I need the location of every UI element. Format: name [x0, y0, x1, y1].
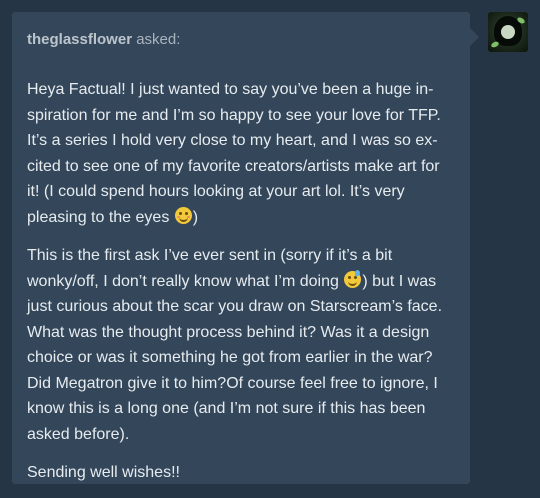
dashboard-page: theglassflower asked: Heya Factual! I ju… — [0, 0, 540, 498]
user-avatar-icon[interactable] — [488, 12, 528, 52]
paragraph-text: ) — [192, 208, 199, 226]
ask-header: theglassflower asked: — [27, 30, 180, 50]
paragraph-text: This is the first ask I’ve ever sent in … — [27, 247, 393, 290]
paragraph-text: Heya Factual! I just wanted to say you’v… — [27, 81, 441, 226]
asker-name-link[interactable]: theglassflower — [27, 31, 132, 48]
asked-label: asked: — [132, 31, 181, 48]
ask-paragraph-1: Heya Factual! I just wanted to say you’v… — [27, 77, 455, 230]
sweat-smile-emoji-icon — [344, 269, 362, 288]
smiling-face-emoji-icon — [174, 206, 192, 224]
paragraph-text: ) but I was just curious about the scar … — [27, 272, 443, 443]
ask-paragraph-3: Sending well wishes!! — [27, 464, 180, 481]
ask-body: Heya Factual! I just wanted to say you’v… — [27, 77, 455, 498]
ask-card: theglassflower asked: Heya Factual! I ju… — [12, 12, 479, 484]
ask-paragraph-2: This is the first ask I’ve ever sent in … — [27, 243, 455, 447]
